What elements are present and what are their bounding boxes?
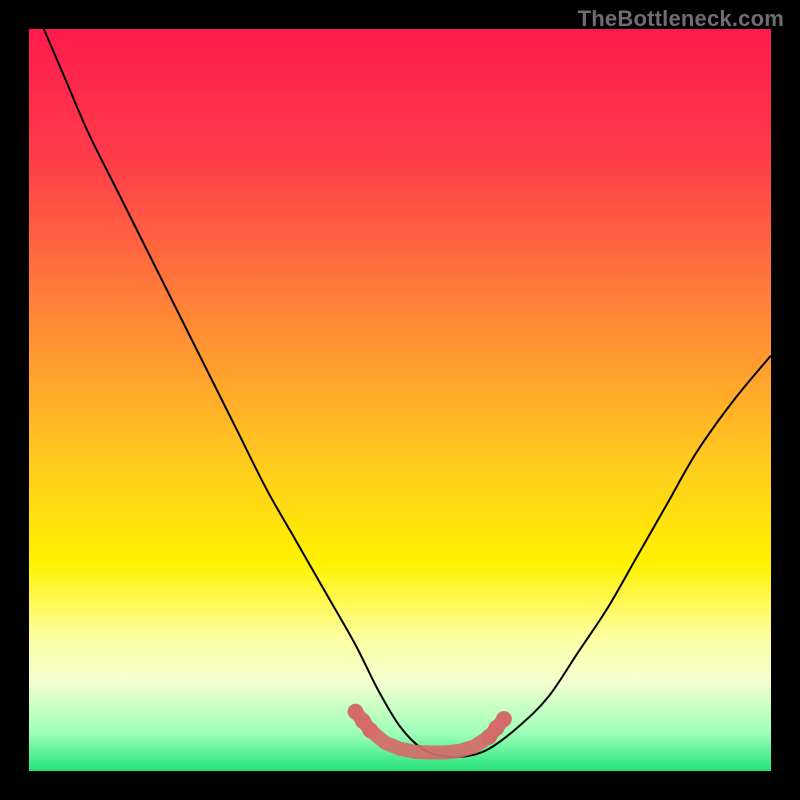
watermark-text: TheBottleneck.com bbox=[578, 6, 784, 32]
gradient-background bbox=[29, 29, 771, 771]
chart-container: TheBottleneck.com bbox=[0, 0, 800, 800]
bottleneck-chart bbox=[29, 29, 771, 771]
